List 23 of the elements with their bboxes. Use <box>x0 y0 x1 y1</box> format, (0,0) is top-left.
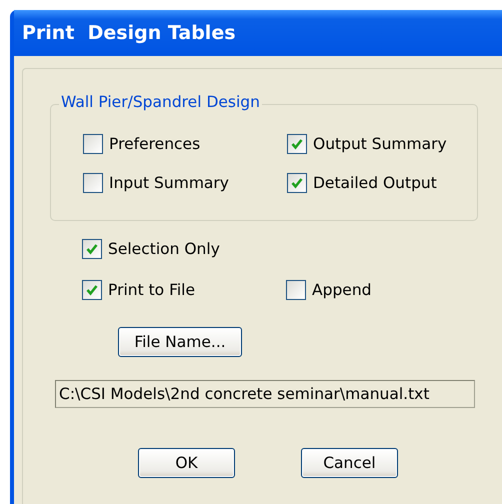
checkbox[interactable] <box>82 239 102 259</box>
checkmark-icon <box>86 243 98 255</box>
checkbox-label: Selection Only <box>108 240 220 258</box>
checkbox[interactable] <box>83 134 103 154</box>
checkbox[interactable] <box>82 280 102 300</box>
checkmark-icon <box>86 284 98 296</box>
checkbox-label: Append <box>312 281 372 299</box>
checkbox-label: Preferences <box>109 135 200 153</box>
checkbox[interactable] <box>287 173 307 193</box>
file-name-button[interactable]: File Name... <box>118 327 242 357</box>
checkbox[interactable] <box>83 173 103 193</box>
cancel-button[interactable]: Cancel <box>301 448 398 478</box>
checkmark-icon <box>291 138 303 150</box>
file-path-field[interactable]: C:\CSI Models\2nd concrete seminar\manual.txt <box>55 380 475 408</box>
checkbox-label: Print to File <box>108 281 196 299</box>
checkbox-label: Input Summary <box>109 174 229 192</box>
checkbox-label: Output Summary <box>313 135 447 153</box>
checkbox-label: Detailed Output <box>313 174 437 192</box>
group-title: Wall Pier/Spandrel Design <box>59 93 262 111</box>
checkmark-icon <box>291 177 303 189</box>
ok-button[interactable]: OK <box>138 448 235 478</box>
checkbox[interactable] <box>286 280 306 300</box>
checkbox[interactable] <box>287 134 307 154</box>
